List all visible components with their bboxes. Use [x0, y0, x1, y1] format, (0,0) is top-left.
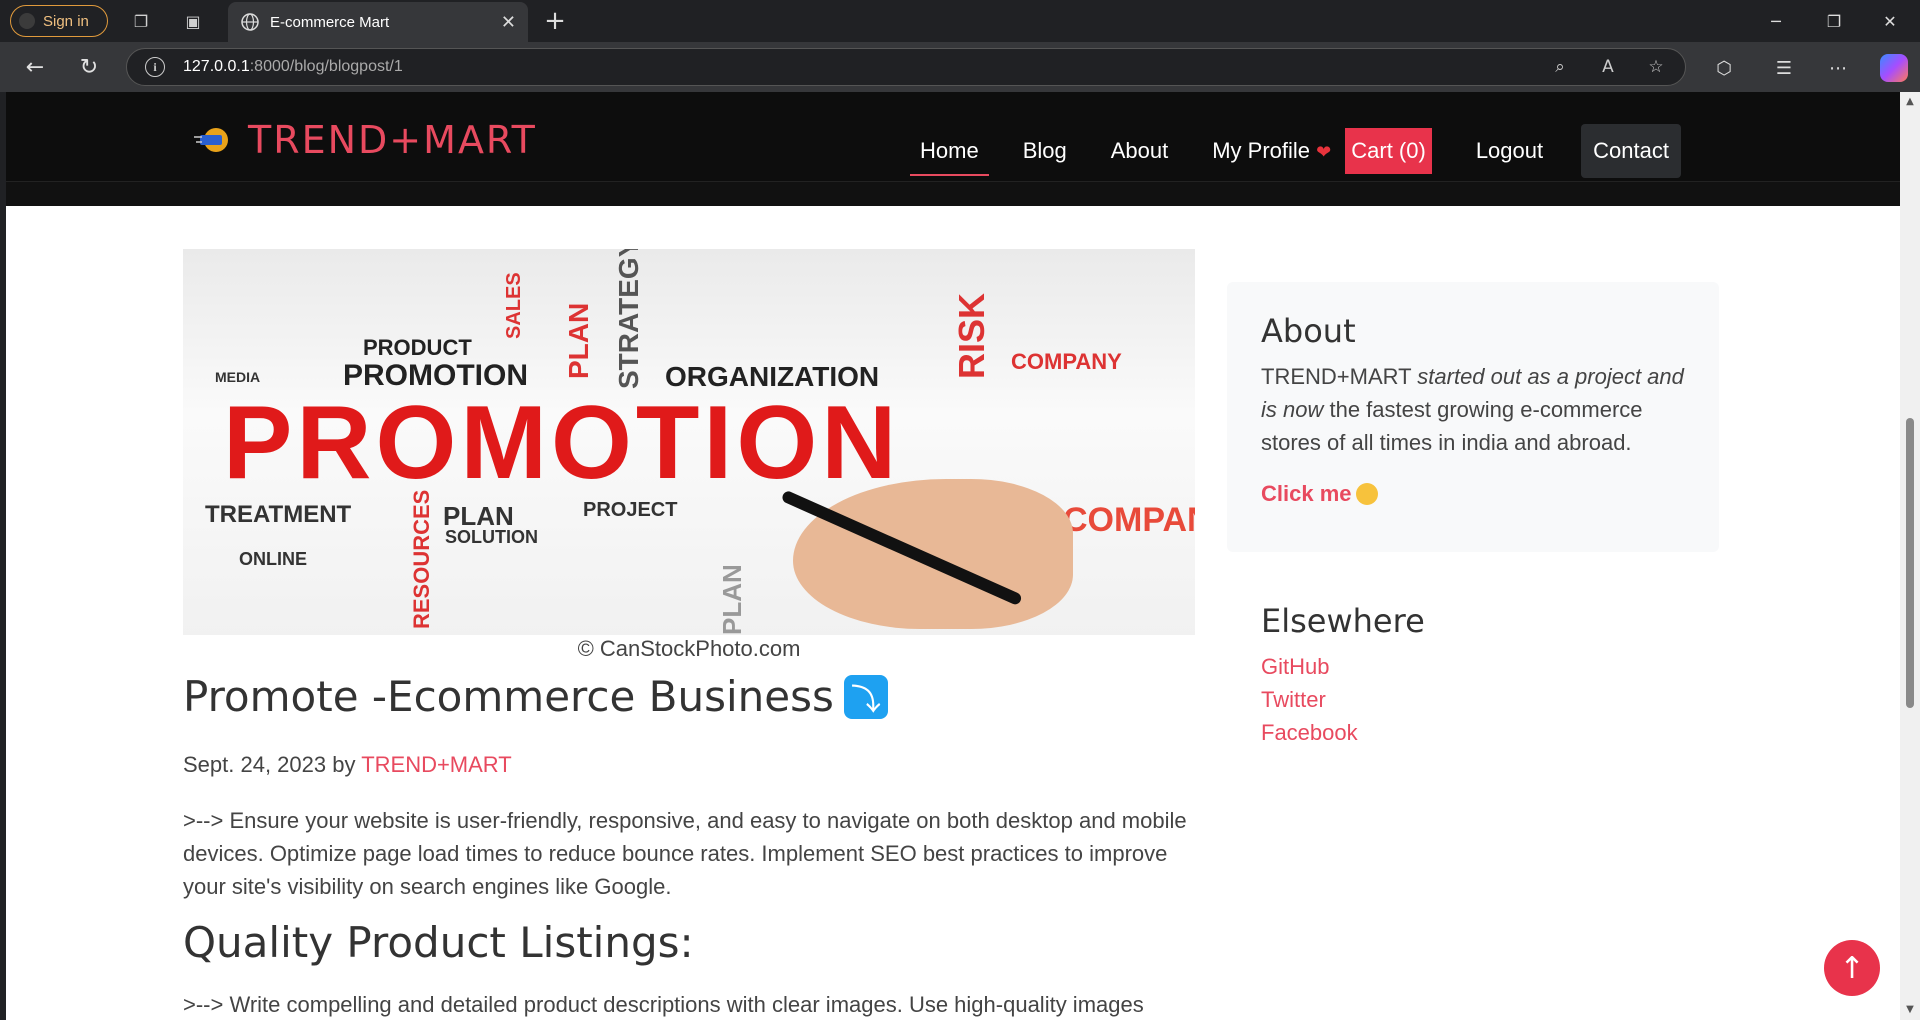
arrow-up-icon: ↑ [1839, 950, 1865, 986]
click-me-link[interactable]: Click me [1261, 481, 1378, 507]
image-credit: © CanStockPhoto.com [183, 635, 1195, 663]
brand[interactable]: TREND+MART [194, 118, 537, 162]
nav-cart[interactable]: Cart (0) [1345, 128, 1432, 174]
smile-emoji-icon [1355, 483, 1378, 505]
tab-title: E-commerce Mart [270, 13, 390, 31]
post-author-link[interactable]: TREND+MART [361, 752, 512, 777]
back-to-top-button[interactable]: ↑ [1824, 940, 1880, 996]
twitter-link[interactable]: Twitter [1261, 683, 1425, 716]
url-path: :8000/blog/blogpost/1 [249, 58, 403, 75]
hero-word: PRODUCT [363, 335, 472, 360]
section-body: >--> Write compelling and detailed produ… [183, 992, 1144, 1017]
signin-label: Sign in [43, 12, 89, 30]
site-header: TREND+MART Home Blog About My Profile ❤ … [6, 92, 1900, 206]
post-hero-image: PRODUCT PROMOTION STRATEGY PLAN ORGANIZA… [183, 249, 1195, 663]
hero-word: PLAN [717, 564, 747, 635]
reload-icon[interactable]: ↻ [74, 52, 104, 82]
hero-main-word: PROMOTION [223, 385, 901, 501]
hero-word: ONLINE [239, 549, 308, 569]
copilot-icon[interactable] [1880, 54, 1908, 82]
nav-about[interactable]: About [1101, 126, 1179, 176]
workspaces-icon[interactable]: ❐ [130, 10, 152, 32]
nav-my-profile-label: My Profile [1212, 138, 1311, 163]
page-viewport: TREND+MART Home Blog About My Profile ❤ … [0, 92, 1900, 1020]
more-menu-icon[interactable]: ⋯ [1824, 54, 1852, 82]
about-title: About [1261, 312, 1356, 350]
browser-toolbar: ← ↻ i 127.0.0.1:8000/blog/blogpost/1 ⌕ A… [0, 42, 1920, 92]
globe-icon [241, 13, 259, 31]
post-intro: >--> Ensure your website is user-friendl… [183, 808, 1187, 899]
window-close-icon[interactable]: ✕ [1876, 8, 1904, 34]
main-nav: Home Blog About My Profile ❤ Cart (0) Lo… [910, 124, 1681, 178]
nav-contact[interactable]: Contact [1581, 124, 1681, 178]
nav-blog[interactable]: Blog [1013, 126, 1077, 176]
elsewhere-title: Elsewhere [1261, 602, 1425, 640]
facebook-link[interactable]: Facebook [1261, 716, 1425, 749]
scroll-up-icon[interactable]: ▲ [1904, 96, 1916, 108]
tab-close-icon[interactable]: ✕ [501, 12, 516, 33]
url-host: 127.0.0.1 [183, 58, 250, 75]
scrollbar-thumb[interactable] [1906, 418, 1914, 708]
signin-button[interactable]: Sign in [10, 5, 108, 37]
favorite-star-icon[interactable]: ☆ [1643, 54, 1669, 80]
favorites-icon[interactable]: ☰ [1770, 54, 1798, 82]
about-card: About TREND+MART started out as a projec… [1227, 282, 1719, 552]
read-aloud-icon[interactable]: A [1595, 54, 1621, 80]
brand-name: TREND+MART [248, 118, 537, 162]
zoom-icon[interactable]: ⌕ [1547, 54, 1573, 80]
post-date: Sept. 24, 2023 by [183, 752, 356, 777]
post-meta: Sept. 24, 2023 by TREND+MART [183, 752, 512, 778]
hero-word: COMPANY [1063, 501, 1195, 539]
active-tab[interactable]: E-commerce Mart ✕ [228, 2, 528, 42]
back-icon[interactable]: ← [20, 52, 50, 82]
address-bar[interactable]: i 127.0.0.1:8000/blog/blogpost/1 ⌕ A ☆ [126, 48, 1686, 86]
extensions-icon[interactable]: ⬡ [1710, 54, 1738, 82]
site-info-icon[interactable]: i [145, 57, 165, 77]
hero-word: RESOURCES [409, 489, 434, 629]
hero-word: SALES [503, 272, 525, 339]
page-scrollbar[interactable]: ▲ ▼ [1900, 92, 1920, 1020]
scroll-down-icon[interactable]: ▼ [1904, 1004, 1916, 1016]
hero-word: MEDIA [215, 369, 261, 385]
hero-word: PROJECT [583, 499, 678, 521]
nav-home[interactable]: Home [910, 126, 989, 176]
hero-word: COMPANY [1011, 349, 1122, 374]
browser-tabbar: Sign in ❐ ▣ E-commerce Mart ✕ + ─ ❐ ✕ [0, 0, 1920, 42]
minimize-icon[interactable]: ─ [1762, 8, 1790, 34]
new-tab-icon[interactable]: + [540, 6, 570, 36]
post-title: Promote -Ecommerce Business ⤵ [183, 672, 888, 721]
about-text: TREND+MART started out as a project and … [1261, 360, 1685, 459]
hero-word: TREATMENT [205, 501, 352, 528]
click-me-label: Click me [1261, 481, 1352, 506]
about-brand: TREND+MART [1261, 364, 1412, 389]
hero-word: STRATEGY [613, 249, 644, 389]
elsewhere-section: Elsewhere GitHub Twitter Facebook [1261, 602, 1425, 749]
arrow-down-emoji-icon: ⤵ [843, 674, 888, 719]
hero-word: PLAN [563, 302, 594, 379]
hero-word: SOLUTION [445, 527, 538, 547]
github-link[interactable]: GitHub [1261, 650, 1425, 683]
profile-avatar-icon [19, 13, 35, 29]
cart-logo-icon [194, 128, 228, 152]
heart-icon: ❤ [1316, 142, 1332, 162]
hero-word: RISK [951, 292, 992, 379]
restore-icon[interactable]: ❐ [1820, 8, 1848, 34]
section-heading: Quality Product Listings: [183, 918, 694, 967]
tab-actions-icon[interactable]: ▣ [182, 10, 204, 32]
nav-my-profile[interactable]: My Profile ❤ [1202, 126, 1341, 176]
nav-logout[interactable]: Logout [1466, 126, 1553, 176]
post-title-text: Promote -Ecommerce Business [183, 672, 834, 721]
